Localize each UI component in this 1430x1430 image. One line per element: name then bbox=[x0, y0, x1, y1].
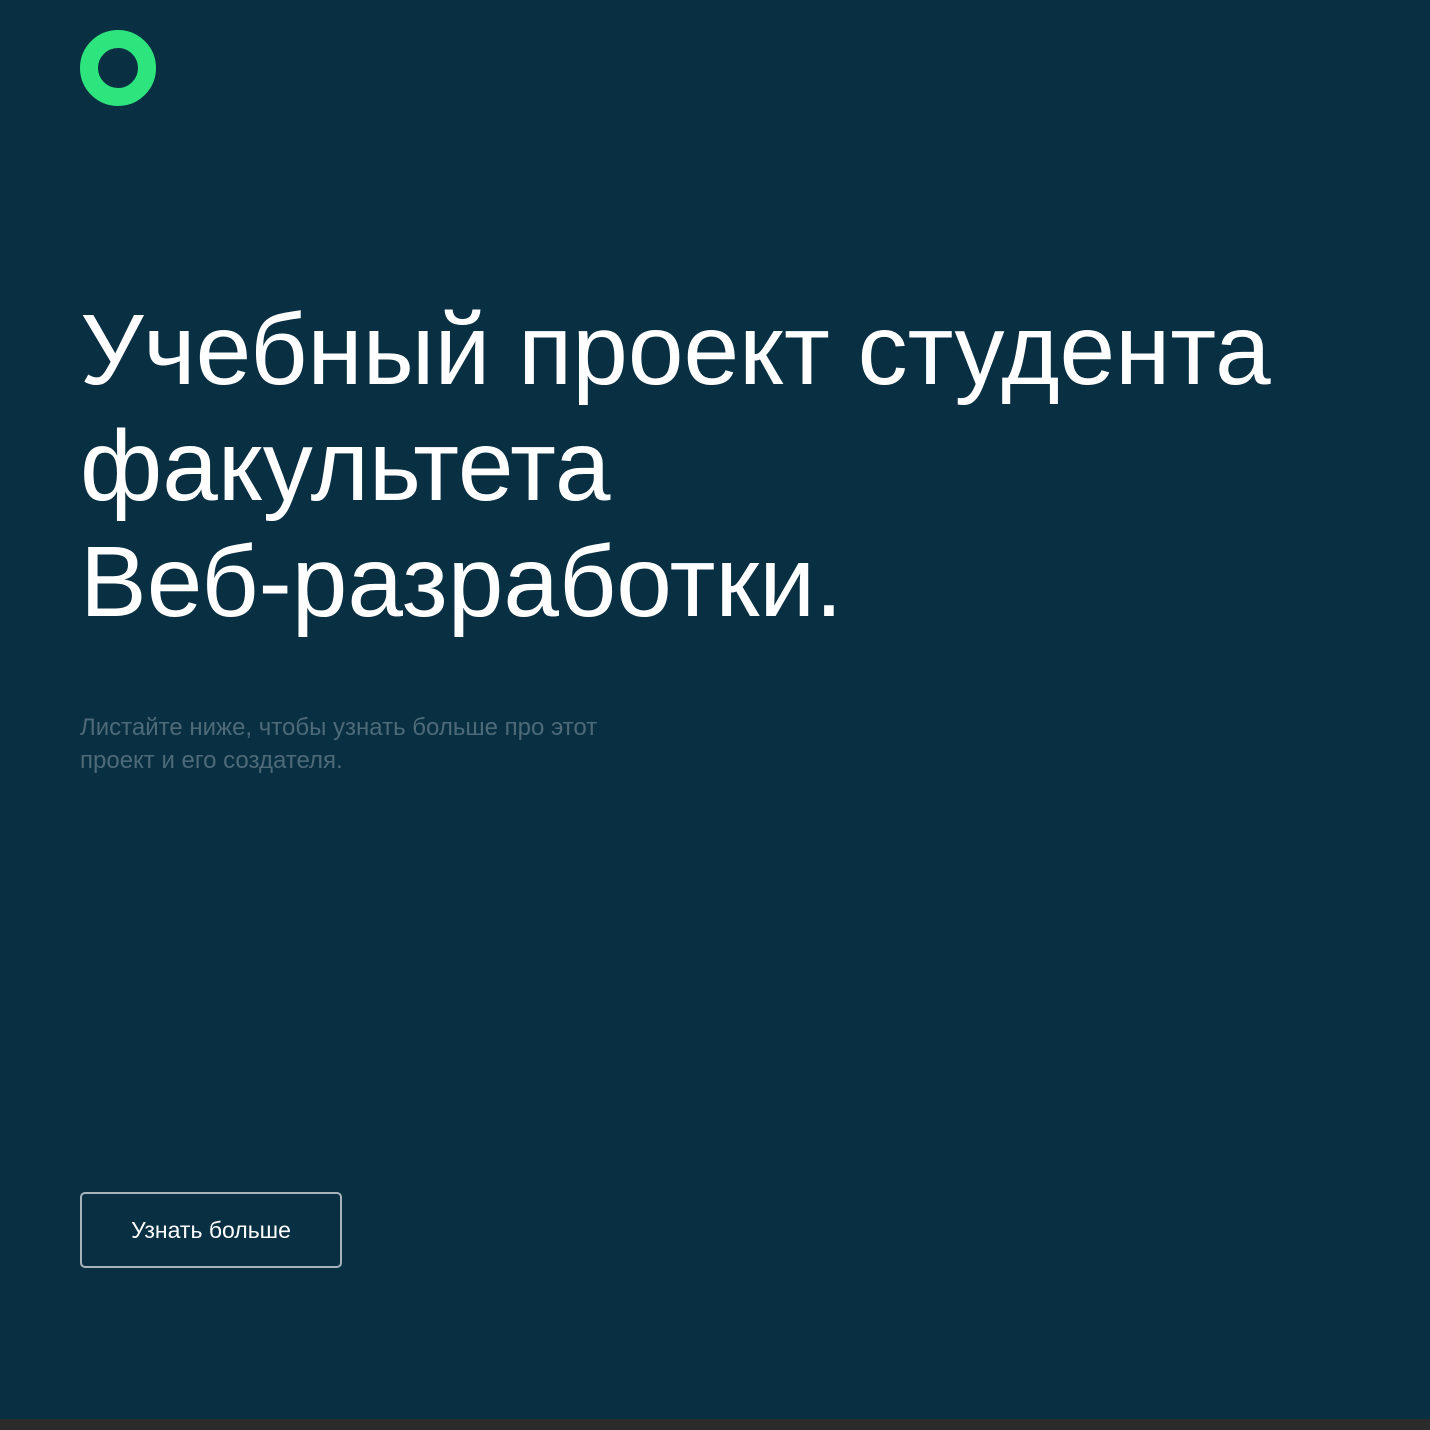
ring-logo-icon bbox=[80, 30, 156, 106]
hero-subtitle-line: проект и его создателя. bbox=[80, 747, 343, 774]
hero-subtitle-line: Листайте ниже, чтобы узнать больше про э… bbox=[80, 714, 598, 741]
learn-more-button[interactable]: Узнать больше bbox=[80, 1192, 342, 1268]
bottom-bar bbox=[0, 1419, 1430, 1430]
hero-title-line: факультета bbox=[80, 410, 611, 522]
hero-subtitle: Листайте ниже, чтобы узнать больше про э… bbox=[80, 711, 680, 777]
hero-title-line: Веб-разработки. bbox=[80, 526, 843, 638]
hero-title-line: Учебный проект студента bbox=[80, 294, 1271, 406]
hero-title: Учебный проект студента факультета Веб-р… bbox=[80, 292, 1340, 640]
